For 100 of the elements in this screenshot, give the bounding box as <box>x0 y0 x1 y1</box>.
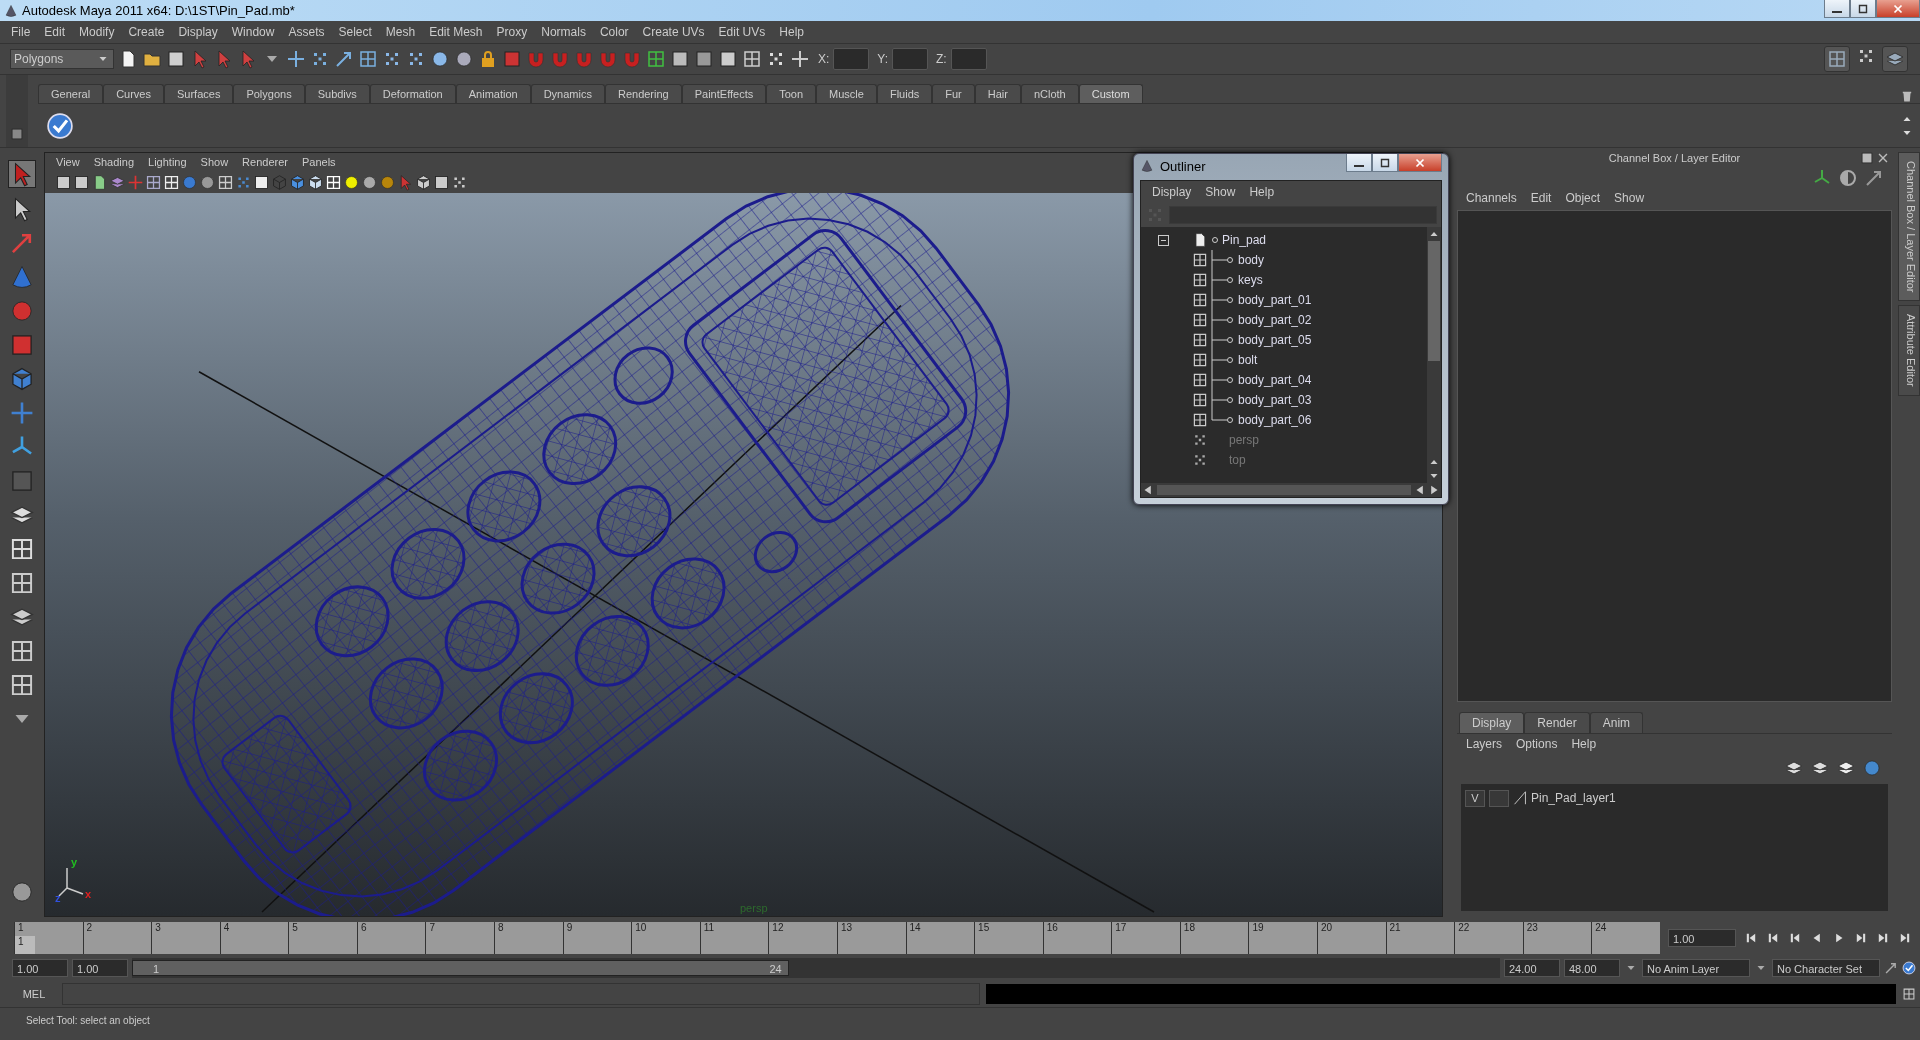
shelf-tab[interactable]: Hair <box>974 84 1021 103</box>
shelf-tab[interactable]: Dynamics <box>530 84 605 103</box>
menu-item[interactable]: Display <box>171 25 225 39</box>
menu-item[interactable]: Channels <box>1459 191 1524 205</box>
menu-item[interactable]: Mesh <box>378 25 423 39</box>
outliner-item[interactable]: top <box>1209 453 1246 467</box>
expand-toggle[interactable] <box>1157 234 1169 246</box>
step-back-key-icon[interactable] <box>1766 931 1780 945</box>
side-tab[interactable]: Channel Box / Layer Editor <box>1898 152 1920 302</box>
playback-start-field[interactable]: 1.00 <box>72 959 128 977</box>
side-tab[interactable]: Attribute Editor <box>1898 305 1920 397</box>
script-language-label[interactable]: MEL <box>12 988 56 1000</box>
half-circle-icon[interactable] <box>1838 168 1858 188</box>
end-time-field[interactable]: 48.00 <box>1564 959 1620 977</box>
menu-item[interactable]: Lighting <box>141 156 194 168</box>
playback-end-field[interactable]: 24.00 <box>1504 959 1560 977</box>
coordinate-field[interactable] <box>833 48 870 70</box>
outliner-item[interactable]: Pin_pad <box>1219 233 1267 247</box>
maximize-button[interactable] <box>1850 0 1876 18</box>
menu-item[interactable]: Edit <box>37 25 73 39</box>
outliner-item[interactable]: keys <box>1235 273 1263 287</box>
menu-item[interactable]: Options <box>1509 737 1565 751</box>
menu-item[interactable]: Panels <box>294 156 343 168</box>
layer-tab[interactable]: Display <box>1459 712 1525 733</box>
layer-tab[interactable]: Render <box>1524 712 1590 733</box>
menu-item[interactable]: Window <box>224 25 282 39</box>
shelf-tab[interactable]: Custom <box>1078 84 1143 103</box>
shelf-tab[interactable]: Polygons <box>233 84 305 103</box>
step-forward-frame-icon[interactable] <box>1876 931 1890 945</box>
menu-item[interactable]: Help <box>772 25 811 39</box>
shelf-tab[interactable]: nCloth <box>1020 84 1079 103</box>
move-handle-icon[interactable] <box>286 49 306 69</box>
menu-item[interactable]: View <box>49 156 87 168</box>
menu-item[interactable]: Modify <box>72 25 122 39</box>
scrollbar-thumb[interactable] <box>1157 485 1411 495</box>
maximize-button[interactable] <box>1372 154 1398 172</box>
outliner-item[interactable]: bolt <box>1235 353 1258 367</box>
character-set-dropdown[interactable]: No Character Set <box>1772 959 1880 977</box>
xray-icon[interactable] <box>415 173 432 191</box>
go-to-start-icon[interactable] <box>1744 931 1758 945</box>
shelf-tab[interactable]: Toon <box>766 84 817 103</box>
menu-item[interactable]: Help <box>1564 737 1604 751</box>
outliner-item[interactable]: body_part_03 <box>1235 393 1312 407</box>
visibility-toggle[interactable]: V <box>1465 789 1485 807</box>
layer-name[interactable]: Pin_Pad_layer1 <box>1531 791 1616 805</box>
menu-item[interactable]: Help <box>1242 185 1282 199</box>
scale-tool-icon[interactable] <box>9 332 35 358</box>
coordinate-field[interactable] <box>892 48 929 70</box>
shelf-tab[interactable]: Rendering <box>604 84 682 103</box>
menu-item[interactable]: Color <box>592 25 636 39</box>
menu-item[interactable]: Edit Mesh <box>422 25 490 39</box>
menu-item[interactable]: Show <box>193 156 236 168</box>
curve-icon[interactable] <box>334 49 354 69</box>
outliner-item[interactable]: body_part_04 <box>1235 373 1312 387</box>
menu-item[interactable]: Edit <box>1523 191 1559 205</box>
menu-item[interactable]: Renderer <box>235 156 295 168</box>
auto-key-icon[interactable] <box>1902 961 1916 975</box>
shelf-tab[interactable]: Subdivs <box>304 84 370 103</box>
minimize-button[interactable] <box>1346 154 1372 172</box>
move-tool-icon[interactable] <box>9 264 35 290</box>
wireframe-on-shaded-icon[interactable] <box>307 173 324 191</box>
menu-item[interactable]: Create <box>121 25 172 39</box>
menu-item[interactable]: Proxy <box>489 25 535 39</box>
outliner-item[interactable]: body_part_06 <box>1235 413 1312 427</box>
smooth-shade-icon[interactable] <box>289 173 306 191</box>
shelf-tab[interactable]: Fur <box>932 84 975 103</box>
minimize-button[interactable] <box>1824 0 1850 18</box>
start-time-field[interactable]: 1.00 <box>12 959 68 977</box>
outliner-item[interactable]: body_part_05 <box>1235 333 1312 347</box>
go-to-end-icon[interactable] <box>1898 931 1912 945</box>
shelf-tab[interactable]: Curves <box>103 84 164 103</box>
shelf-tab[interactable]: Deformation <box>369 84 456 103</box>
menu-item[interactable]: Normals <box>534 25 593 39</box>
step-back-frame-icon[interactable] <box>1788 931 1802 945</box>
layer-color-icon[interactable] <box>1513 790 1527 806</box>
manipulator-icon[interactable] <box>9 366 35 392</box>
shelf-tab[interactable]: Fluids <box>876 84 933 103</box>
menu-item[interactable]: Display <box>1145 185 1199 199</box>
menu-item[interactable]: Show <box>1198 185 1243 199</box>
menu-item[interactable]: Edit UVs <box>711 25 773 39</box>
rotate-tool-icon[interactable] <box>9 298 35 324</box>
shelf-tab[interactable]: Surfaces <box>164 84 234 103</box>
outliner-item[interactable]: body_part_01 <box>1235 293 1312 307</box>
menu-item[interactable]: Show <box>1607 191 1652 205</box>
soft-mod-icon[interactable] <box>9 400 35 426</box>
range-slider[interactable]: 1 24 <box>132 960 789 976</box>
menu-item[interactable]: Assets <box>281 25 332 39</box>
layer-tab[interactable]: Anim <box>1589 712 1644 733</box>
surface-icon[interactable] <box>358 49 378 69</box>
checkmark-icon[interactable] <box>46 111 74 140</box>
scrollbar-thumb[interactable] <box>1428 241 1440 361</box>
mode-dropdown[interactable]: Polygons <box>10 49 114 69</box>
coordinate-field[interactable] <box>950 48 987 70</box>
particle-icon[interactable] <box>430 49 450 69</box>
outliner-item[interactable]: body_part_02 <box>1235 313 1312 327</box>
trash-icon[interactable] <box>1900 89 1914 103</box>
menu-item[interactable]: Object <box>1558 191 1608 205</box>
reference-toggle[interactable] <box>1489 789 1509 807</box>
snap-options-icon[interactable] <box>790 49 810 69</box>
arrow-icon[interactable] <box>1864 168 1884 188</box>
